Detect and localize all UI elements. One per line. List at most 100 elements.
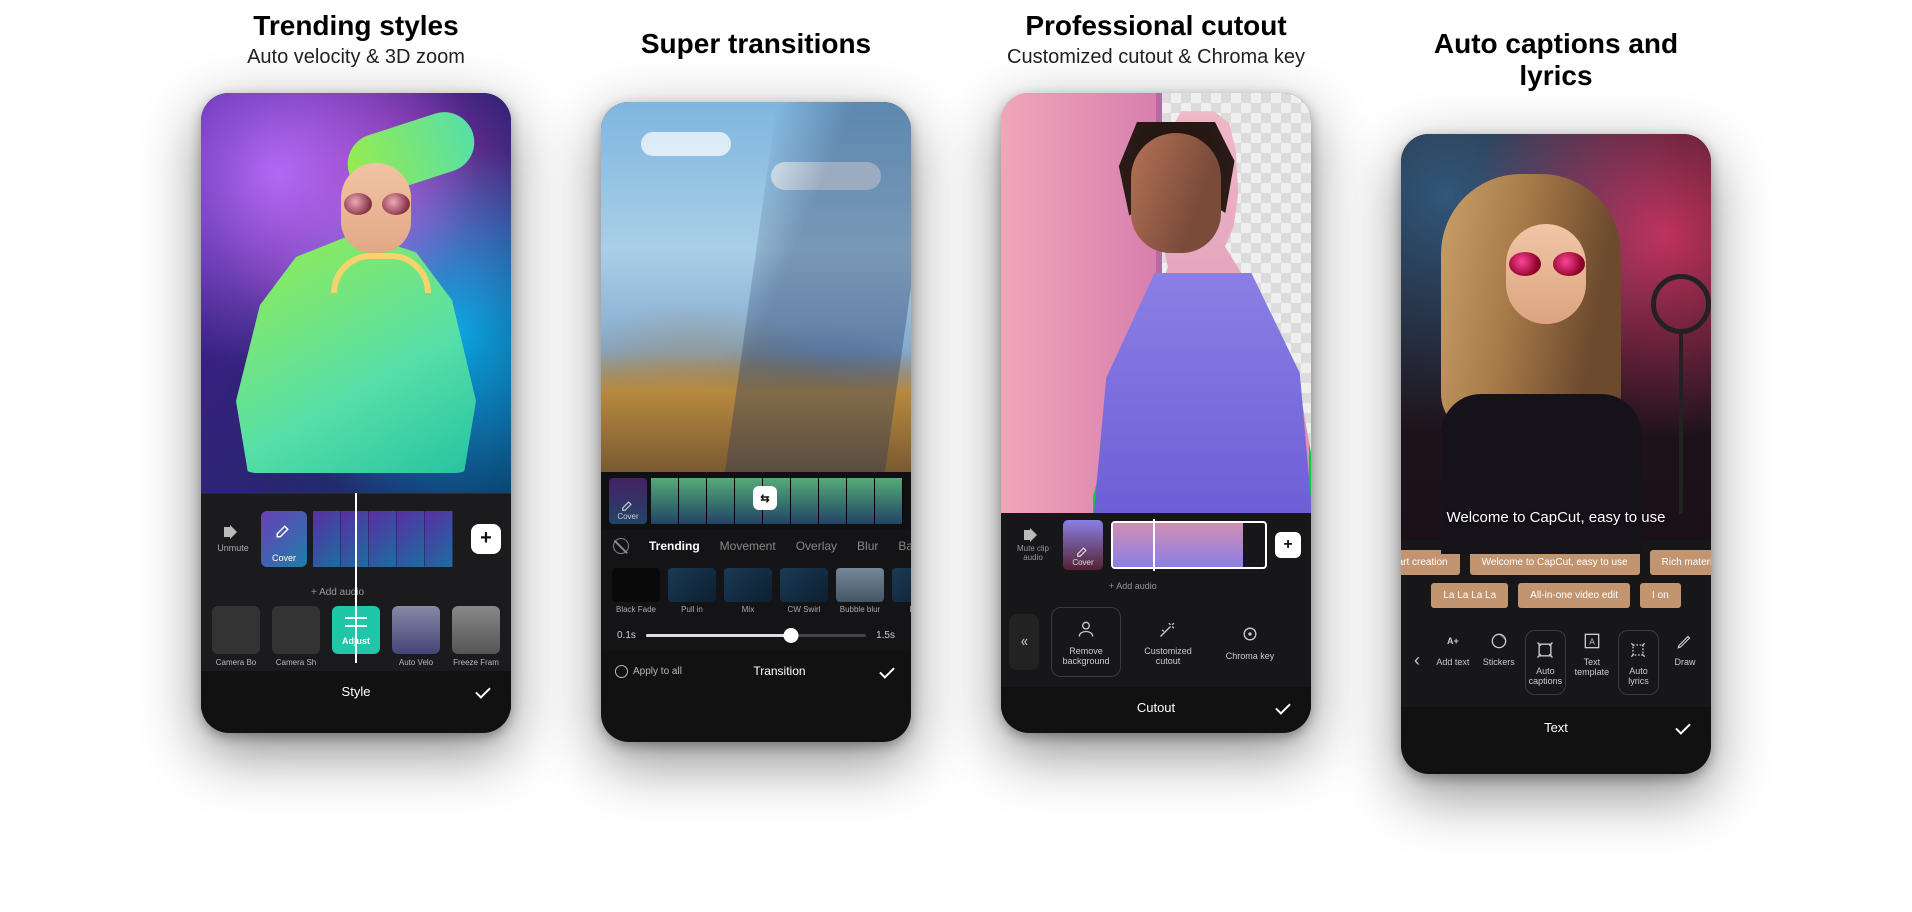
chip[interactable]: All-in-one video edit (1518, 583, 1630, 608)
style-item-camera-sh[interactable]: Camera Sh (269, 606, 323, 667)
tab-trending[interactable]: Trending (649, 539, 700, 553)
back-button[interactable]: ‹ (1407, 630, 1427, 690)
preview-subject (1411, 154, 1631, 534)
tool-remove-bg[interactable]: Remove background (1051, 607, 1121, 677)
wand-icon (1157, 618, 1179, 640)
tool-auto-lyrics[interactable]: Auto lyrics (1618, 630, 1659, 695)
playhead[interactable] (1153, 519, 1155, 571)
tool-text-template[interactable]: AText template (1572, 630, 1612, 677)
video-preview[interactable]: Welcome to CapCut, easy to use (1401, 134, 1711, 540)
add-audio-button[interactable]: + Add audio (201, 583, 511, 598)
lyrics-icon (1627, 639, 1649, 661)
confirm-button[interactable] (877, 661, 897, 681)
confirm-button[interactable] (1673, 717, 1693, 737)
sticker-icon (1488, 630, 1510, 652)
none-icon[interactable] (613, 538, 629, 554)
panel-title: Professional cutout (1025, 10, 1286, 42)
transition-bubble-blur[interactable]: Bubble blur (835, 568, 885, 614)
tab-movement[interactable]: Movement (720, 539, 776, 553)
transition-pull-in[interactable]: Pull in (667, 568, 717, 614)
sliders-icon (345, 615, 367, 629)
sunglasses-icon (1509, 252, 1585, 276)
style-item-auto-velo[interactable]: Auto Velo (389, 606, 443, 667)
transition-cw-swirl[interactable]: CW Swirl (779, 568, 829, 614)
speaker-icon (1024, 528, 1042, 542)
mute-clip-button[interactable]: Mute clip audio (1011, 528, 1055, 562)
tool-auto-captions[interactable]: Auto captions (1525, 630, 1566, 695)
speaker-icon (224, 525, 242, 539)
add-clip-button[interactable]: + (1275, 532, 1301, 558)
timeline-strip[interactable]: Unmute Cover + (201, 493, 511, 583)
add-audio-button[interactable]: + Add audio (1001, 577, 1311, 597)
bottom-title: Style (342, 684, 371, 699)
chevron-left-icon: ‹ (1414, 650, 1420, 671)
bottom-bar: Style (201, 671, 511, 711)
style-item-3dzoom[interactable]: 3D Zoom (509, 606, 511, 667)
tool-stickers[interactable]: Stickers (1479, 630, 1519, 667)
tab-blur[interactable]: Blur (857, 539, 878, 553)
transition-tabs: Trending Movement Overlay Blur Basi (601, 530, 911, 562)
bottom-bar: Apply to all Transition (601, 651, 911, 691)
phone-mock-cutout: Mute clip audio Cover + + Add audio « Re… (1001, 93, 1311, 733)
transition-pull[interactable]: Pull (891, 568, 911, 614)
video-preview[interactable] (601, 102, 911, 472)
panel-cutout: Professional cutout Customized cutout & … (996, 10, 1316, 733)
video-preview[interactable] (201, 93, 511, 493)
transition-mix[interactable]: Mix (723, 568, 773, 614)
chip[interactable]: La La La La (1431, 583, 1508, 608)
caption-overlay[interactable]: Welcome to CapCut, easy to use (1401, 509, 1711, 526)
cover-button[interactable]: Cover (1063, 520, 1103, 570)
panel-title: Super transitions (641, 28, 871, 60)
confirm-button[interactable] (473, 681, 493, 701)
cover-label: Cover (272, 553, 296, 563)
tool-draw[interactable]: Draw (1665, 630, 1705, 667)
tab-basic[interactable]: Basi (898, 539, 911, 553)
microphone-icon (1661, 274, 1701, 514)
svg-text:A: A (1589, 636, 1595, 646)
clip-thumbnails[interactable] (1111, 521, 1267, 569)
person-icon (1075, 618, 1097, 640)
sunglasses-icon (344, 193, 410, 215)
chip[interactable]: Rich material (1650, 550, 1711, 575)
template-icon: A (1581, 630, 1603, 652)
cover-button[interactable]: Cover (609, 478, 647, 524)
panel-captions: Auto captions and lyrics Welcome to CapC… (1396, 10, 1716, 774)
chevron-left-icon: « (1020, 633, 1027, 651)
style-item-freeze[interactable]: Freeze Fram (449, 606, 503, 667)
captions-icon (1534, 639, 1556, 661)
transition-overlay (725, 102, 911, 472)
duration-slider[interactable] (646, 634, 866, 637)
slider-knob[interactable] (784, 628, 799, 643)
timeline-strip[interactable]: Cover ⇆ (601, 472, 911, 530)
panel-subtitle: Customized cutout & Chroma key (1007, 46, 1305, 69)
bottom-title: Text (1544, 720, 1568, 735)
transition-black-fade[interactable]: Black Fade (611, 568, 661, 614)
add-clip-button[interactable]: + (471, 524, 501, 554)
cutout-tools: « Remove background Customized cutout Ch… (1001, 597, 1311, 687)
back-button[interactable]: « (1009, 614, 1039, 670)
edit-icon (621, 498, 635, 512)
style-item-camera-bo[interactable]: Camera Bo (209, 606, 263, 667)
preview-subject (236, 113, 476, 493)
apply-all-button[interactable]: Apply to all (615, 665, 682, 678)
stack-icon (615, 665, 628, 678)
confirm-button[interactable] (1273, 697, 1293, 717)
video-preview[interactable] (1001, 93, 1311, 513)
phone-mock-captions: Welcome to CapCut, easy to use nart crea… (1401, 134, 1711, 774)
style-item-adjust[interactable]: Adjust (329, 606, 383, 667)
transition-marker[interactable]: ⇆ (753, 486, 777, 510)
edit-icon (1076, 544, 1090, 558)
unmute-button[interactable]: Unmute (211, 525, 255, 553)
tab-overlay[interactable]: Overlay (796, 539, 837, 553)
tool-add-text[interactable]: A+Add text (1433, 630, 1473, 667)
clip-thumbnails[interactable] (313, 511, 461, 567)
panel-title: Auto captions and lyrics (1396, 28, 1716, 92)
tool-custom-cutout[interactable]: Customized cutout (1133, 618, 1203, 666)
chip[interactable]: I on (1640, 583, 1681, 608)
cover-button[interactable]: Cover (261, 511, 307, 567)
tool-chroma-key[interactable]: Chroma key (1215, 623, 1285, 661)
duration-min: 0.1s (617, 630, 636, 641)
bottom-bar: Cutout (1001, 687, 1311, 727)
style-presets-row: Camera Bo Camera Sh Adjust Auto Velo Fre… (201, 598, 511, 671)
timeline-strip[interactable]: Mute clip audio Cover + (1001, 513, 1311, 577)
